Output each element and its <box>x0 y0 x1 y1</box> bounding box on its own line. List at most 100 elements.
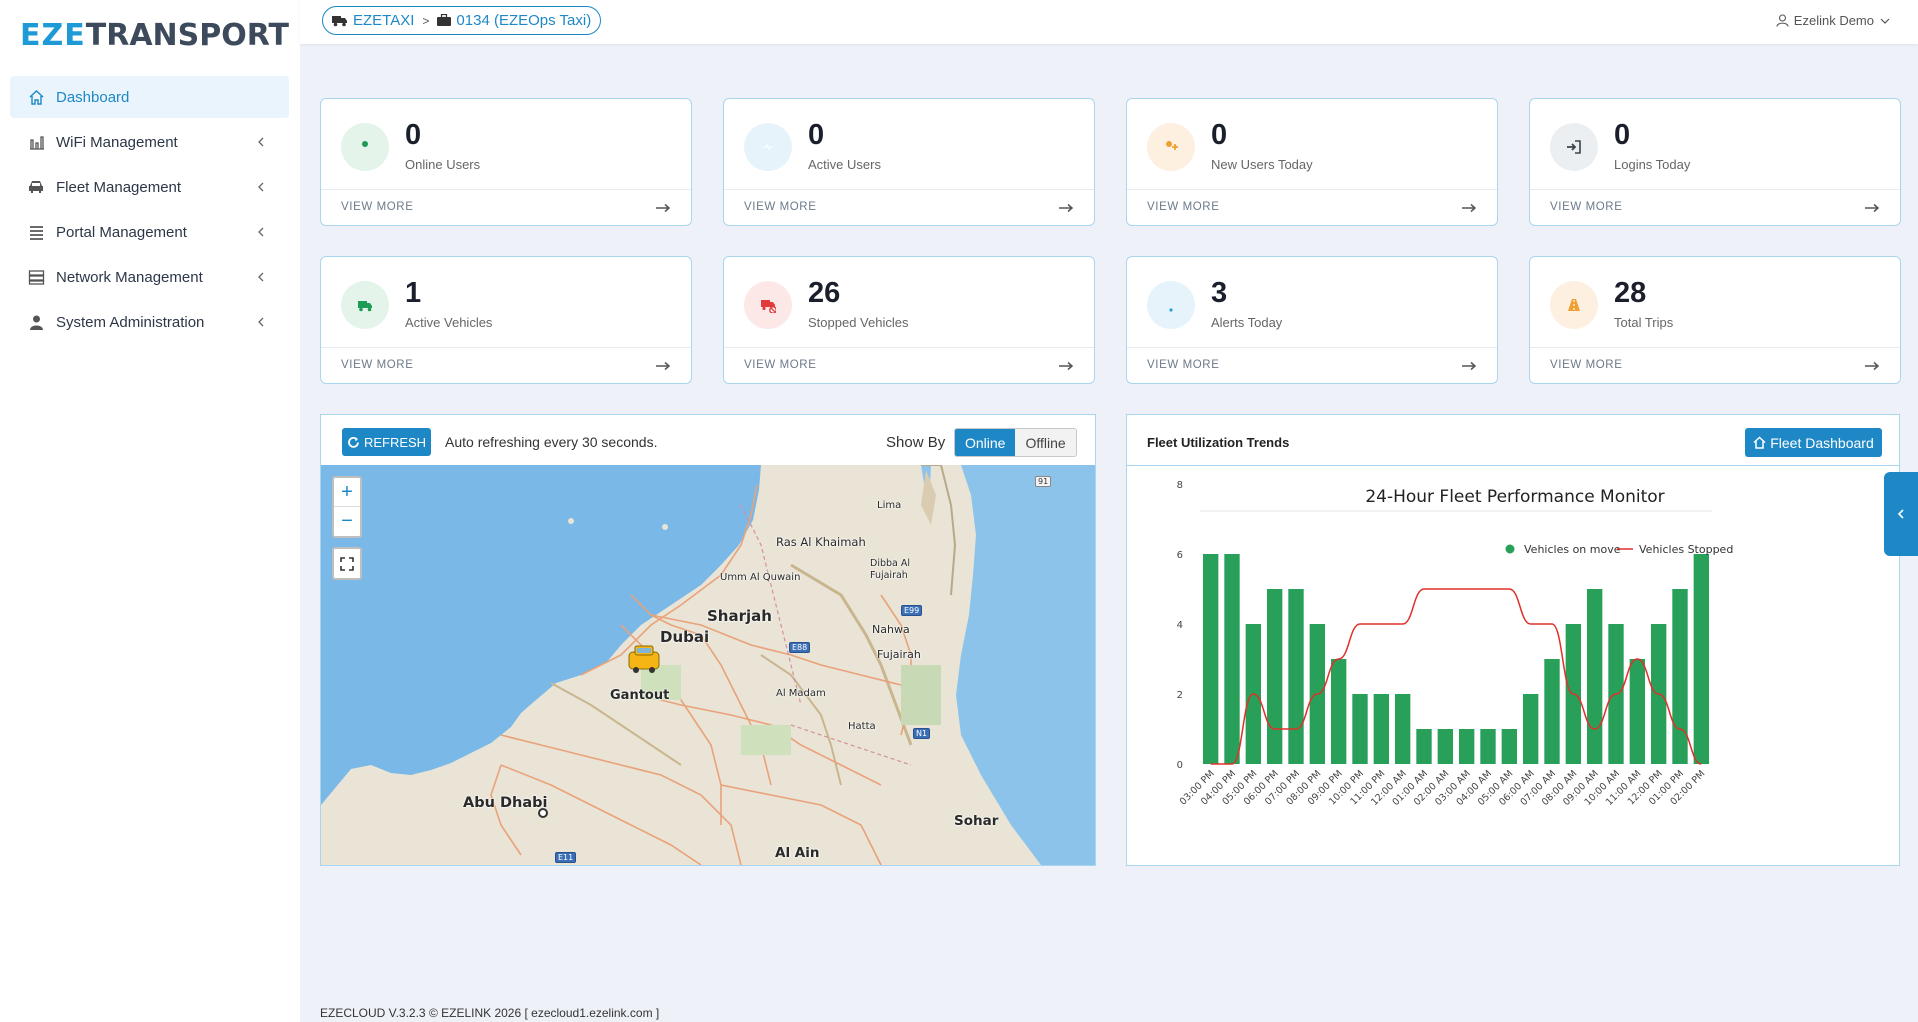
view-more-link[interactable]: VIEW MORE <box>1550 359 1623 371</box>
breadcrumb: EZETAXI > 0134 (EZEOps Taxi) <box>322 6 602 35</box>
bar <box>1224 554 1240 764</box>
stat-value: 0 <box>1211 119 1228 151</box>
live-map-panel: REFRESH Auto refreshing every 30 seconds… <box>320 414 1096 866</box>
road-shield-label: E11 <box>555 852 577 863</box>
view-more-link[interactable]: VIEW MORE <box>341 359 414 371</box>
road-shield-label: E88 <box>789 642 811 653</box>
side-panel-toggle[interactable] <box>1884 472 1918 556</box>
bar <box>1480 729 1496 764</box>
zoom-control: + − <box>332 476 362 538</box>
zoom-out-button[interactable]: − <box>334 507 360 536</box>
sidebar-item-network-management[interactable]: Network Management <box>10 256 289 298</box>
map-place-label: Fujairah <box>877 648 921 661</box>
legend-label: Vehicles on move <box>1524 543 1621 556</box>
truck-icon <box>332 14 348 27</box>
fleet-dashboard-button[interactable]: Fleet Dashboard <box>1745 428 1882 457</box>
chevron-left-icon <box>253 314 269 330</box>
stat-label: Online Users <box>405 157 481 172</box>
breadcrumb-account[interactable]: 0134 (EZEOps Taxi) <box>456 12 591 29</box>
truck-stopped-icon <box>744 281 792 329</box>
view-more-link[interactable]: VIEW MORE <box>1550 201 1623 213</box>
bar <box>1330 659 1347 764</box>
y-tick-label: 0 <box>1177 760 1183 771</box>
road-shield-label: N1 <box>913 728 931 739</box>
stat-label: Alerts Today <box>1211 315 1283 330</box>
arrow-right-icon[interactable] <box>1058 358 1074 376</box>
sidebar-item-wifi-management[interactable]: WiFi Management <box>10 121 289 163</box>
view-more-link[interactable]: VIEW MORE <box>1147 359 1220 371</box>
arrow-right-icon[interactable] <box>655 358 671 376</box>
bar <box>1544 659 1560 764</box>
refresh-button[interactable]: REFRESH <box>342 428 431 456</box>
offline-toggle-button[interactable]: Offline <box>1015 429 1076 456</box>
card-divider <box>1530 347 1900 348</box>
fullscreen-button[interactable] <box>334 549 360 578</box>
stat-card-logins-today: 0 Logins Today VIEW MORE <box>1529 98 1901 226</box>
y-tick-label: 8 <box>1177 480 1183 491</box>
user-menu[interactable]: Ezelink Demo <box>1776 13 1890 28</box>
card-divider <box>724 347 1094 348</box>
show-by-toggle: Online Offline <box>954 428 1077 457</box>
fleet-dashboard-label: Fleet Dashboard <box>1770 434 1874 451</box>
logo-transport-text: TRANSPORT <box>85 17 289 53</box>
bar <box>1352 694 1368 764</box>
card-divider <box>724 189 1094 190</box>
map-view[interactable]: + − Lima Ras Al Khaimah Dibba Al Fujairah Um… <box>321 465 1095 865</box>
map-canvas <box>321 465 1095 865</box>
arrow-right-icon[interactable] <box>655 200 671 218</box>
bar <box>1672 589 1688 764</box>
stat-card-new-users-today: 0 New Users Today VIEW MORE <box>1126 98 1498 226</box>
home-icon <box>26 87 46 107</box>
sign-in-icon <box>1550 123 1598 171</box>
view-more-link[interactable]: VIEW MORE <box>744 201 817 213</box>
app-logo[interactable]: EZE TRANSPORT <box>20 17 289 53</box>
view-more-link[interactable]: VIEW MORE <box>341 201 414 213</box>
auto-refresh-text: Auto refreshing every 30 seconds. <box>445 434 658 450</box>
server-icon <box>26 267 46 287</box>
map-place-label: Al Ain <box>775 845 820 861</box>
breadcrumb-company[interactable]: EZETAXI <box>353 12 414 29</box>
bar <box>1522 694 1539 764</box>
stat-value: 26 <box>808 277 841 309</box>
arrow-right-icon[interactable] <box>1864 200 1880 218</box>
logo-eze-text: EZE <box>20 17 86 53</box>
card-divider <box>1127 347 1497 348</box>
list-icon <box>26 222 46 242</box>
stat-card-active-vehicles: 1 Active Vehicles VIEW MORE <box>320 256 692 384</box>
bar <box>1693 554 1710 764</box>
line-series-vehicles-stopped <box>1210 588 1702 765</box>
bar <box>1266 589 1283 764</box>
sidebar-item-label: WiFi Management <box>56 133 178 151</box>
sidebar-item-label: Portal Management <box>56 223 187 241</box>
sidebar-item-fleet-management[interactable]: Fleet Management <box>10 166 289 208</box>
map-place-label: Dubai <box>660 628 710 646</box>
stat-label: Total Trips <box>1614 315 1674 330</box>
stat-label: Active Users <box>808 157 881 172</box>
stat-value: 0 <box>1614 119 1631 151</box>
arrow-right-icon[interactable] <box>1864 358 1880 376</box>
zoom-in-button[interactable]: + <box>334 478 360 507</box>
arrow-right-icon[interactable] <box>1058 200 1074 218</box>
refresh-label: REFRESH <box>363 434 427 450</box>
arrow-right-icon[interactable] <box>1461 200 1477 218</box>
road-shield-label: E99 <box>901 605 923 616</box>
chevron-left-icon <box>253 269 269 285</box>
map-place-label: Gantout <box>610 688 670 703</box>
stat-label: Active Vehicles <box>405 315 493 330</box>
bar <box>1458 729 1475 764</box>
view-more-link[interactable]: VIEW MORE <box>744 359 817 371</box>
chevron-left-icon <box>253 134 269 150</box>
road-shield-label: 91 <box>1035 476 1052 487</box>
online-toggle-button[interactable]: Online <box>955 429 1016 456</box>
view-more-link[interactable]: VIEW MORE <box>1147 201 1220 213</box>
sidebar: EZE TRANSPORT Dashboard WiFi Management F… <box>0 0 300 1022</box>
breadcrumb-separator-icon: > <box>422 13 430 28</box>
arrow-right-icon[interactable] <box>1461 358 1477 376</box>
sidebar-item-dashboard[interactable]: Dashboard <box>10 76 289 118</box>
map-place-label: Fujairah <box>870 570 908 581</box>
map-place-label: Lima <box>877 500 902 511</box>
sidebar-item-portal-management[interactable]: Portal Management <box>10 211 289 253</box>
sidebar-item-system-administration[interactable]: System Administration <box>10 301 289 343</box>
card-divider <box>321 347 691 348</box>
bar <box>1416 729 1432 764</box>
